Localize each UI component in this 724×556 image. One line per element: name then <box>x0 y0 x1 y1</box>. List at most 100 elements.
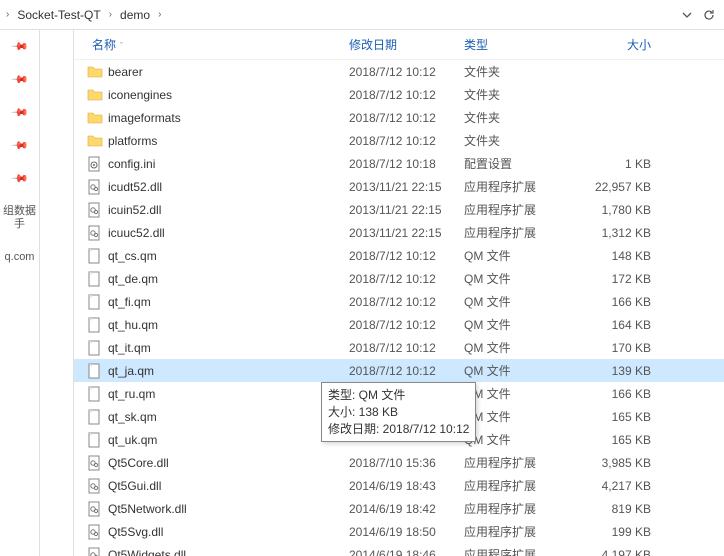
file-row[interactable]: iconengines2018/7/12 10:12文件夹 <box>74 83 724 106</box>
file-row[interactable]: qt_sk.qmQM 文件165 KB <box>74 405 724 428</box>
dll-icon <box>86 477 104 495</box>
file-date: 2018/7/12 10:12 <box>349 134 464 148</box>
file-type: QM 文件 <box>464 247 579 264</box>
pin-icon[interactable]: 📌 <box>10 70 29 89</box>
file-row[interactable]: Qt5Widgets.dll2014/6/19 18:46应用程序扩展4,197… <box>74 543 724 556</box>
file-date: 2014/6/19 18:50 <box>349 525 464 539</box>
file-row[interactable]: qt_hu.qm2018/7/12 10:12QM 文件164 KB <box>74 313 724 336</box>
dll-icon <box>86 546 104 556</box>
file-date: 2018/7/10 15:36 <box>349 456 464 470</box>
sort-indicator-icon: ˇ <box>116 41 123 51</box>
file-size: 3,985 KB <box>579 456 669 470</box>
qm-icon <box>86 316 104 334</box>
file-size: 165 KB <box>579 410 669 424</box>
file-size: 148 KB <box>579 249 669 263</box>
pin-icon[interactable]: 📌 <box>10 169 29 188</box>
file-row[interactable]: qt_fi.qm2018/7/12 10:12QM 文件166 KB <box>74 290 724 313</box>
dll-icon <box>86 523 104 541</box>
file-row[interactable]: platforms2018/7/12 10:12文件夹 <box>74 129 724 152</box>
column-header-type[interactable]: 类型 <box>464 36 579 53</box>
breadcrumb-crumb[interactable]: Socket-Test-QT <box>11 8 106 22</box>
file-size: 4,217 KB <box>579 479 669 493</box>
qm-icon <box>86 431 104 449</box>
file-size: 139 KB <box>579 364 669 378</box>
column-header-name[interactable]: 名称ˇ <box>86 36 349 53</box>
file-date: 2013/11/21 22:15 <box>349 180 464 194</box>
file-date: 2018/7/12 10:12 <box>349 272 464 286</box>
file-name: icuuc52.dll <box>108 226 349 240</box>
column-header-size[interactable]: 大小 <box>579 36 669 53</box>
file-type: 文件夹 <box>464 109 579 126</box>
file-type: 应用程序扩展 <box>464 523 579 540</box>
file-name: qt_hu.qm <box>108 318 349 332</box>
dll-icon <box>86 454 104 472</box>
file-name: icudt52.dll <box>108 180 349 194</box>
qm-icon <box>86 408 104 426</box>
file-name: config.ini <box>108 157 349 171</box>
folder-icon <box>86 63 104 81</box>
file-row[interactable]: icuuc52.dll2013/11/21 22:15应用程序扩展1,312 K… <box>74 221 724 244</box>
pin-icon[interactable]: 📌 <box>10 37 29 56</box>
file-size: 172 KB <box>579 272 669 286</box>
pin-icon[interactable]: 📌 <box>10 103 29 122</box>
file-type: QM 文件 <box>464 362 579 379</box>
file-name: Qt5Widgets.dll <box>108 548 349 556</box>
file-row[interactable]: bearer2018/7/12 10:12文件夹 <box>74 60 724 83</box>
file-row[interactable]: Qt5Network.dll2014/6/19 18:42应用程序扩展819 K… <box>74 497 724 520</box>
file-row[interactable]: Qt5Svg.dll2014/6/19 18:50应用程序扩展199 KB <box>74 520 724 543</box>
file-row[interactable]: qt_cs.qm2018/7/12 10:12QM 文件148 KB <box>74 244 724 267</box>
qm-icon <box>86 293 104 311</box>
file-type: 应用程序扩展 <box>464 500 579 517</box>
file-row[interactable]: config.ini2018/7/12 10:18配置设置1 KB <box>74 152 724 175</box>
column-header-row: 名称ˇ 修改日期 类型 大小 <box>74 30 724 60</box>
file-row[interactable]: Qt5Gui.dll2014/6/19 18:43应用程序扩展4,217 KB <box>74 474 724 497</box>
file-row[interactable]: imageformats2018/7/12 10:12文件夹 <box>74 106 724 129</box>
quick-access-bar: 📌 📌 📌 📌 📌 组数据手 q.com <box>0 30 40 556</box>
file-size: 4,197 KB <box>579 548 669 556</box>
file-row[interactable]: icudt52.dll2013/11/21 22:15应用程序扩展22,957 … <box>74 175 724 198</box>
quick-label[interactable]: q.com <box>5 251 35 264</box>
breadcrumb-crumb[interactable]: demo <box>114 8 156 22</box>
file-row[interactable]: qt_ru.qm QM 文件166 KB <box>74 382 724 405</box>
file-name: qt_fi.qm <box>108 295 349 309</box>
file-name: qt_ru.qm <box>108 387 349 401</box>
file-type: 应用程序扩展 <box>464 477 579 494</box>
file-type: 应用程序扩展 <box>464 546 579 556</box>
file-size: 164 KB <box>579 318 669 332</box>
file-name: qt_ja.qm <box>108 364 349 378</box>
quick-label[interactable]: 组数据手 <box>0 205 39 231</box>
file-row[interactable]: Qt5Core.dll2018/7/10 15:36应用程序扩展3,985 KB <box>74 451 724 474</box>
file-type: QM 文件 <box>464 316 579 333</box>
tree-pane <box>40 30 74 556</box>
file-row[interactable]: qt_ja.qm2018/7/12 10:12QM 文件139 KB <box>74 359 724 382</box>
file-date: 2018/7/12 10:12 <box>349 111 464 125</box>
file-type: 应用程序扩展 <box>464 454 579 471</box>
file-type: QM 文件 <box>464 293 579 310</box>
file-type: 文件夹 <box>464 86 579 103</box>
file-row[interactable]: qt_it.qm2018/7/12 10:12QM 文件170 KB <box>74 336 724 359</box>
file-date: 2018/7/12 10:12 <box>349 88 464 102</box>
breadcrumb[interactable]: › Socket-Test-QT › demo › <box>0 0 724 30</box>
refresh-button[interactable] <box>698 4 720 26</box>
file-name: bearer <box>108 65 349 79</box>
file-size: 166 KB <box>579 387 669 401</box>
file-date: 2018/7/12 10:12 <box>349 295 464 309</box>
file-date: 2018/7/12 10:12 <box>349 249 464 263</box>
file-type: 文件夹 <box>464 63 579 80</box>
pin-icon[interactable]: 📌 <box>10 136 29 155</box>
file-name: qt_cs.qm <box>108 249 349 263</box>
file-row[interactable]: icuin52.dll2013/11/21 22:15应用程序扩展1,780 K… <box>74 198 724 221</box>
file-name: icuin52.dll <box>108 203 349 217</box>
file-row[interactable]: qt_uk.qmQM 文件165 KB <box>74 428 724 451</box>
qm-icon <box>86 339 104 357</box>
dll-icon <box>86 178 104 196</box>
file-size: 1,780 KB <box>579 203 669 217</box>
file-type: 文件夹 <box>464 132 579 149</box>
file-size: 170 KB <box>579 341 669 355</box>
qm-icon <box>86 385 104 403</box>
dropdown-button[interactable] <box>676 4 698 26</box>
column-header-date[interactable]: 修改日期 <box>349 36 464 53</box>
file-date: 2014/6/19 18:42 <box>349 502 464 516</box>
file-type: QM 文件 <box>464 385 579 402</box>
file-row[interactable]: qt_de.qm2018/7/12 10:12QM 文件172 KB <box>74 267 724 290</box>
